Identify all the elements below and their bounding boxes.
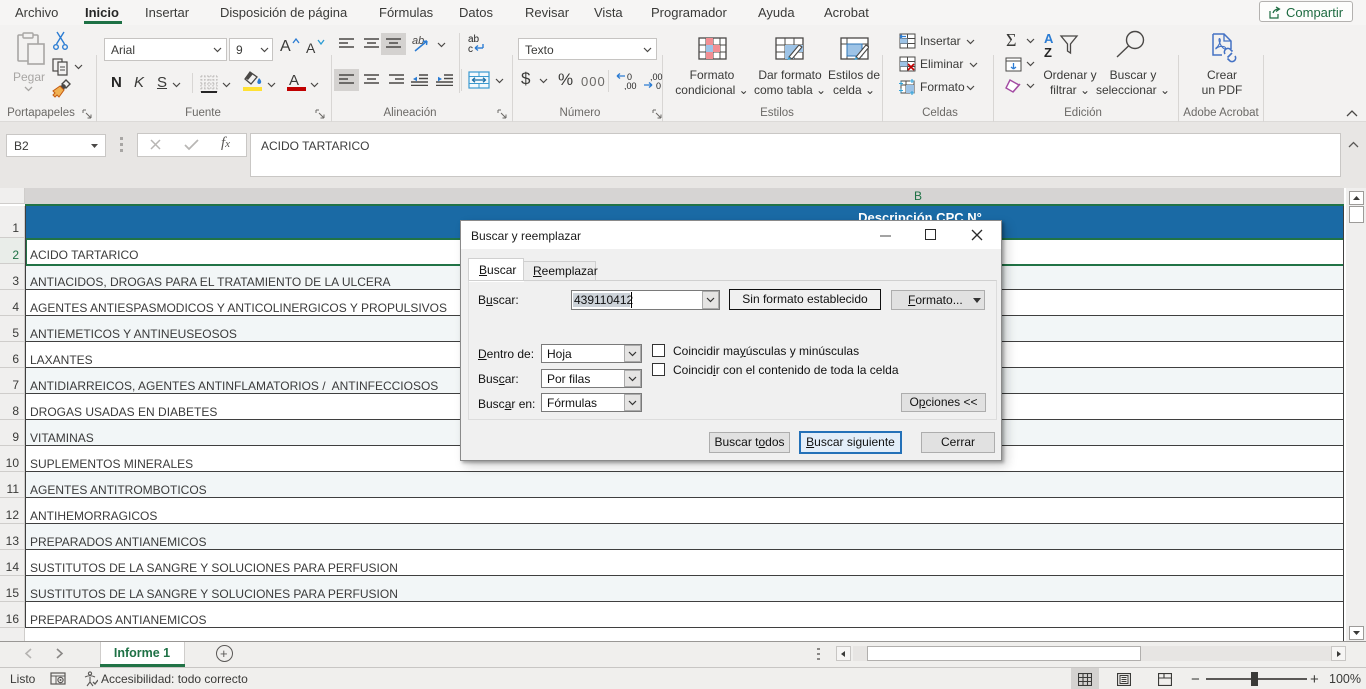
svg-text:c: c [468,44,473,55]
svg-text:Z: Z [1044,45,1052,58]
svg-text:,00: ,00 [624,81,637,90]
svg-text:0: 0 [656,81,661,90]
svg-text:A: A [1044,32,1054,46]
